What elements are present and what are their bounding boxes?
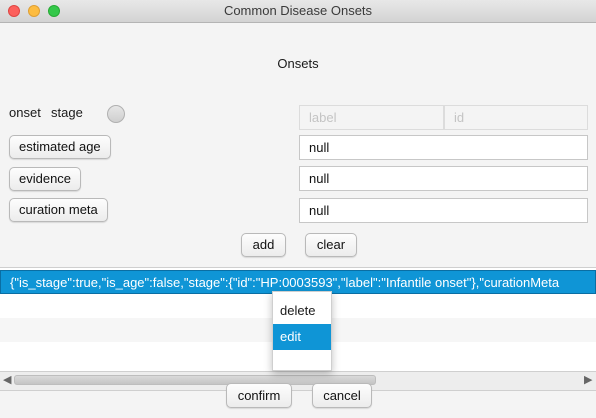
context-menu-edit[interactable]: edit	[273, 324, 331, 350]
scroll-right-icon[interactable]: ▶	[584, 373, 592, 386]
confirm-button[interactable]: confirm	[226, 383, 292, 408]
clear-button[interactable]: clear	[305, 233, 357, 257]
dialog-content: Onsets onset stage label id estimated ag…	[0, 23, 596, 418]
cancel-button[interactable]: cancel	[312, 383, 372, 408]
add-button[interactable]: add	[241, 233, 286, 257]
evidence-field[interactable]: null	[299, 166, 588, 191]
curation-meta-field[interactable]: null	[299, 198, 588, 223]
context-menu: delete edit	[272, 291, 332, 371]
estimated-age-field[interactable]: null	[299, 135, 588, 160]
stage-radio-button[interactable]	[107, 105, 125, 123]
curation-meta-button[interactable]: curation meta	[9, 198, 108, 222]
page-title: Onsets	[277, 56, 319, 71]
stage-label: stage	[51, 105, 83, 120]
stage-label-field[interactable]: label	[299, 105, 444, 130]
horizontal-scrollbar[interactable]: ◀ ▶	[0, 371, 596, 391]
onset-label: onset	[9, 105, 41, 120]
title-bar: Common Disease Onsets	[0, 0, 596, 23]
estimated-age-button[interactable]: estimated age	[9, 135, 111, 159]
context-menu-delete[interactable]: delete	[273, 298, 331, 324]
window-title: Common Disease Onsets	[223, 3, 373, 18]
stage-id-field[interactable]: id	[444, 105, 588, 130]
scroll-left-icon[interactable]: ◀	[3, 373, 11, 386]
evidence-button[interactable]: evidence	[9, 167, 82, 191]
